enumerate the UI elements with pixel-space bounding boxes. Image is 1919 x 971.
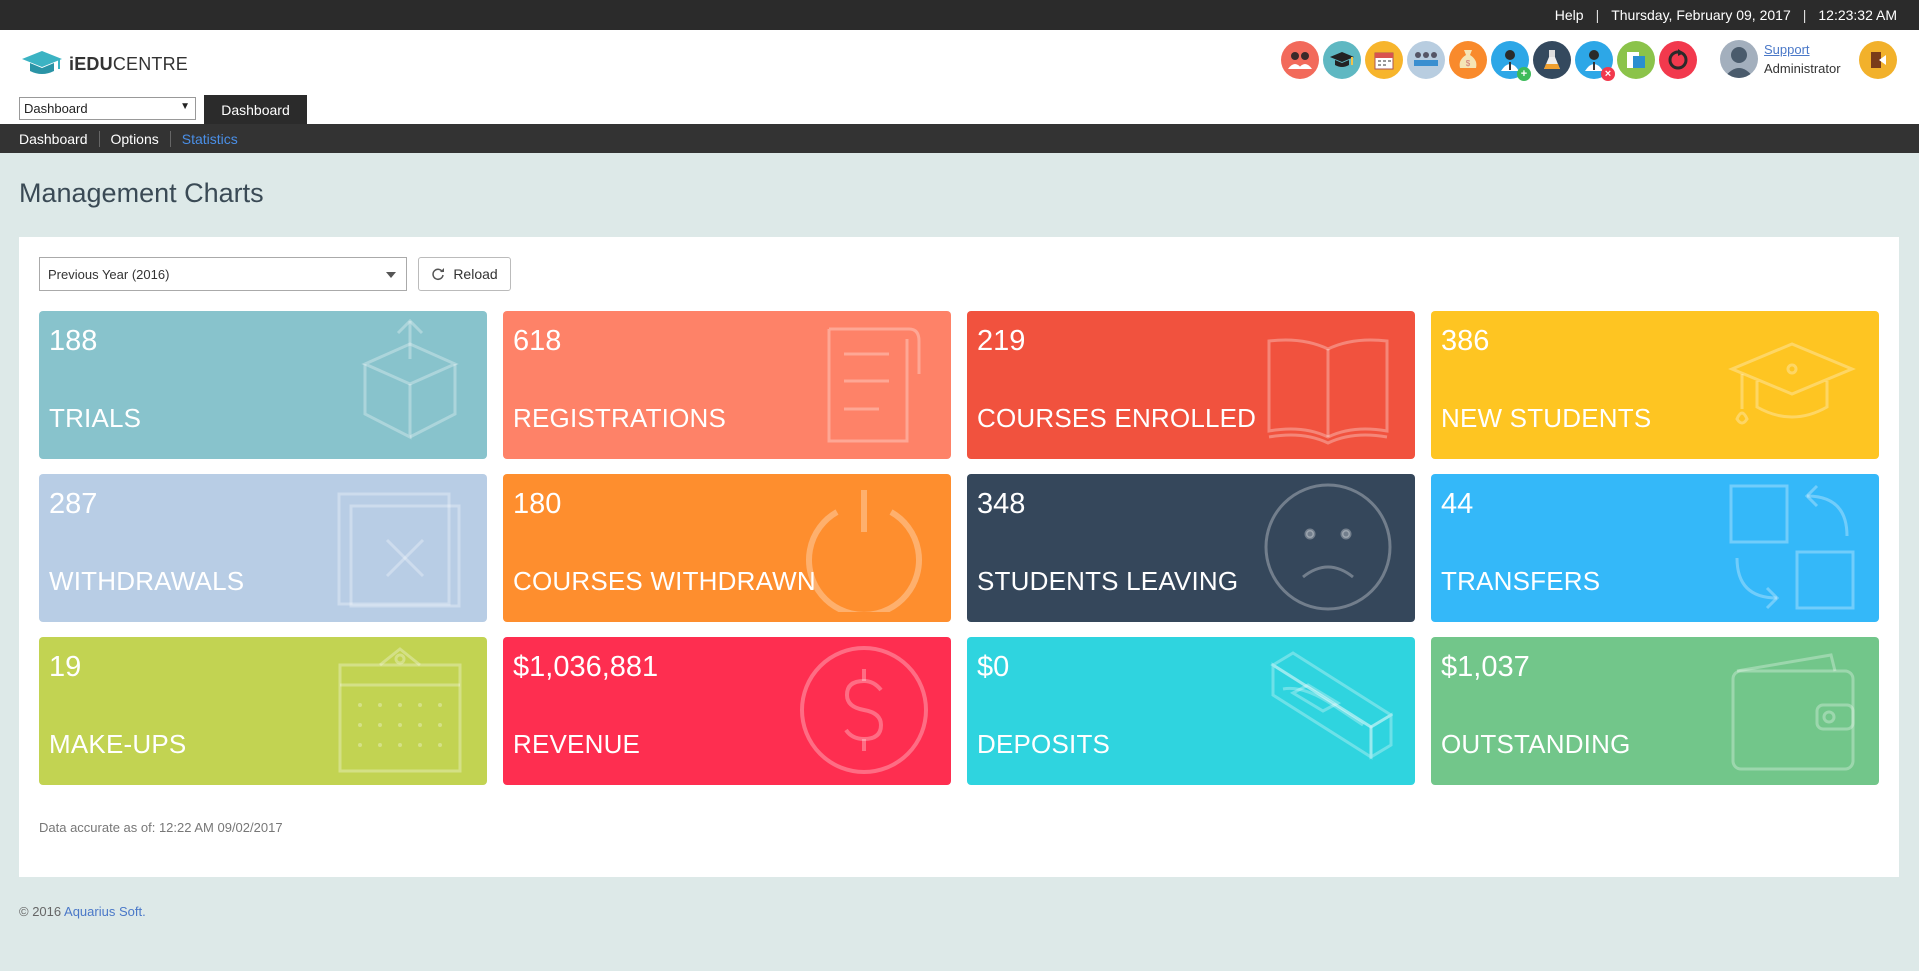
reload-button[interactable]: Reload <box>418 257 511 291</box>
statistics-panel: Previous Year (2016) Reload 188 TRIALS 61… <box>19 237 1899 877</box>
logout-icon <box>1871 52 1886 68</box>
document-icon <box>827 327 921 443</box>
remove-student-icon[interactable]: × <box>1575 41 1615 81</box>
graduation-cap-icon[interactable] <box>1323 41 1361 79</box>
tile-courses-withdrawn[interactable]: 180 COURSES WITHDRAWN <box>503 474 951 622</box>
current-time: 12:23:32 AM <box>1818 7 1897 23</box>
quick-actions: $ + × <box>1281 41 1701 81</box>
caret-down-icon: ▼ <box>180 101 190 112</box>
caret-down-icon <box>386 272 396 278</box>
refresh-icon <box>432 268 445 281</box>
atm-slot-icon <box>1270 651 1393 760</box>
lab-flask-icon[interactable] <box>1533 41 1571 79</box>
separator: | <box>1802 7 1807 23</box>
data-accuracy-note: Data accurate as of: 12:22 AM 09/02/2017 <box>39 820 283 835</box>
avatar[interactable] <box>1720 40 1758 78</box>
top-bar: Help | Thursday, February 09, 2017 | 12:… <box>0 0 1919 30</box>
refresh-red-icon[interactable] <box>1659 41 1697 79</box>
add-student-icon[interactable]: + <box>1491 41 1531 81</box>
period-select[interactable]: Previous Year (2016) <box>39 257 407 291</box>
header: iEDUCENTRE Dashboard ▼ Dashboard $ + × S… <box>0 30 1919 124</box>
tile-deposits[interactable]: $0 DEPOSITS <box>967 637 1415 785</box>
subnav-statistics[interactable]: Statistics <box>171 131 249 147</box>
tab-dashboard[interactable]: Dashboard <box>204 95 307 124</box>
tile-trials[interactable]: 188 TRIALS <box>39 311 487 459</box>
current-date: Thursday, February 09, 2017 <box>1611 7 1791 23</box>
transfer-icon[interactable] <box>1617 41 1655 79</box>
sad-face-icon <box>1264 483 1392 611</box>
user-role: Administrator <box>1764 61 1841 76</box>
tile-transfers[interactable]: 44 TRANSFERS <box>1431 474 1879 622</box>
svg-text:$: $ <box>1466 59 1471 68</box>
dollar-icon <box>800 646 928 774</box>
company-link[interactable]: Aquarius Soft. <box>64 904 146 919</box>
people-icon[interactable] <box>1281 41 1319 79</box>
logo-cap-icon <box>22 51 62 74</box>
tile-make-ups[interactable]: 19 MAKE-UPS <box>39 637 487 785</box>
calendar-icon <box>338 647 462 773</box>
power-icon <box>806 490 922 612</box>
footer: © 2016 Aquarius Soft. <box>19 904 146 919</box>
tile-revenue[interactable]: $1,036,881 REVENUE <box>503 637 951 785</box>
box-icon <box>361 319 459 440</box>
logout-button[interactable] <box>1859 41 1897 79</box>
calendar-icon[interactable] <box>1365 41 1403 79</box>
subnav-options[interactable]: Options <box>100 130 171 147</box>
plus-icon: + <box>1517 67 1531 81</box>
tile-outstanding[interactable]: $1,037 OUTSTANDING <box>1431 637 1879 785</box>
user-info: Support Administrator <box>1720 40 1841 78</box>
tile-students-leaving[interactable]: 348 STUDENTS LEAVING <box>967 474 1415 622</box>
money-bag-icon[interactable]: $ <box>1449 41 1487 79</box>
tile-new-students[interactable]: 386 NEW STUDENTS <box>1431 311 1879 459</box>
logo-text: iEDUCENTRE <box>69 53 189 74</box>
tile-withdrawals[interactable]: 287 WITHDRAWALS <box>39 474 487 622</box>
copyright: © 2016 <box>19 904 62 919</box>
cancel-window-icon <box>337 492 461 608</box>
tile-courses-enrolled[interactable]: 219 COURSES ENROLLED <box>967 311 1415 459</box>
page-title: Management Charts <box>19 178 264 208</box>
classroom-icon[interactable] <box>1407 41 1445 79</box>
logo[interactable]: iEDUCENTRE <box>20 49 188 79</box>
separator: | <box>1595 7 1600 23</box>
subnav-dashboard[interactable]: Dashboard <box>0 130 100 147</box>
help-link[interactable]: Help <box>1555 7 1584 23</box>
module-select[interactable]: Dashboard ▼ <box>19 97 196 120</box>
tile-registrations[interactable]: 618 REGISTRATIONS <box>503 311 951 459</box>
remove-icon: × <box>1601 67 1615 81</box>
wallet-icon <box>1731 653 1855 771</box>
sub-navigation: Dashboard Options Statistics <box>0 124 1919 153</box>
support-link[interactable]: Support <box>1764 42 1810 57</box>
open-book-icon <box>1267 338 1389 445</box>
graduation-cap-icon <box>1728 342 1856 425</box>
transfer-arrows-icon <box>1729 484 1855 610</box>
